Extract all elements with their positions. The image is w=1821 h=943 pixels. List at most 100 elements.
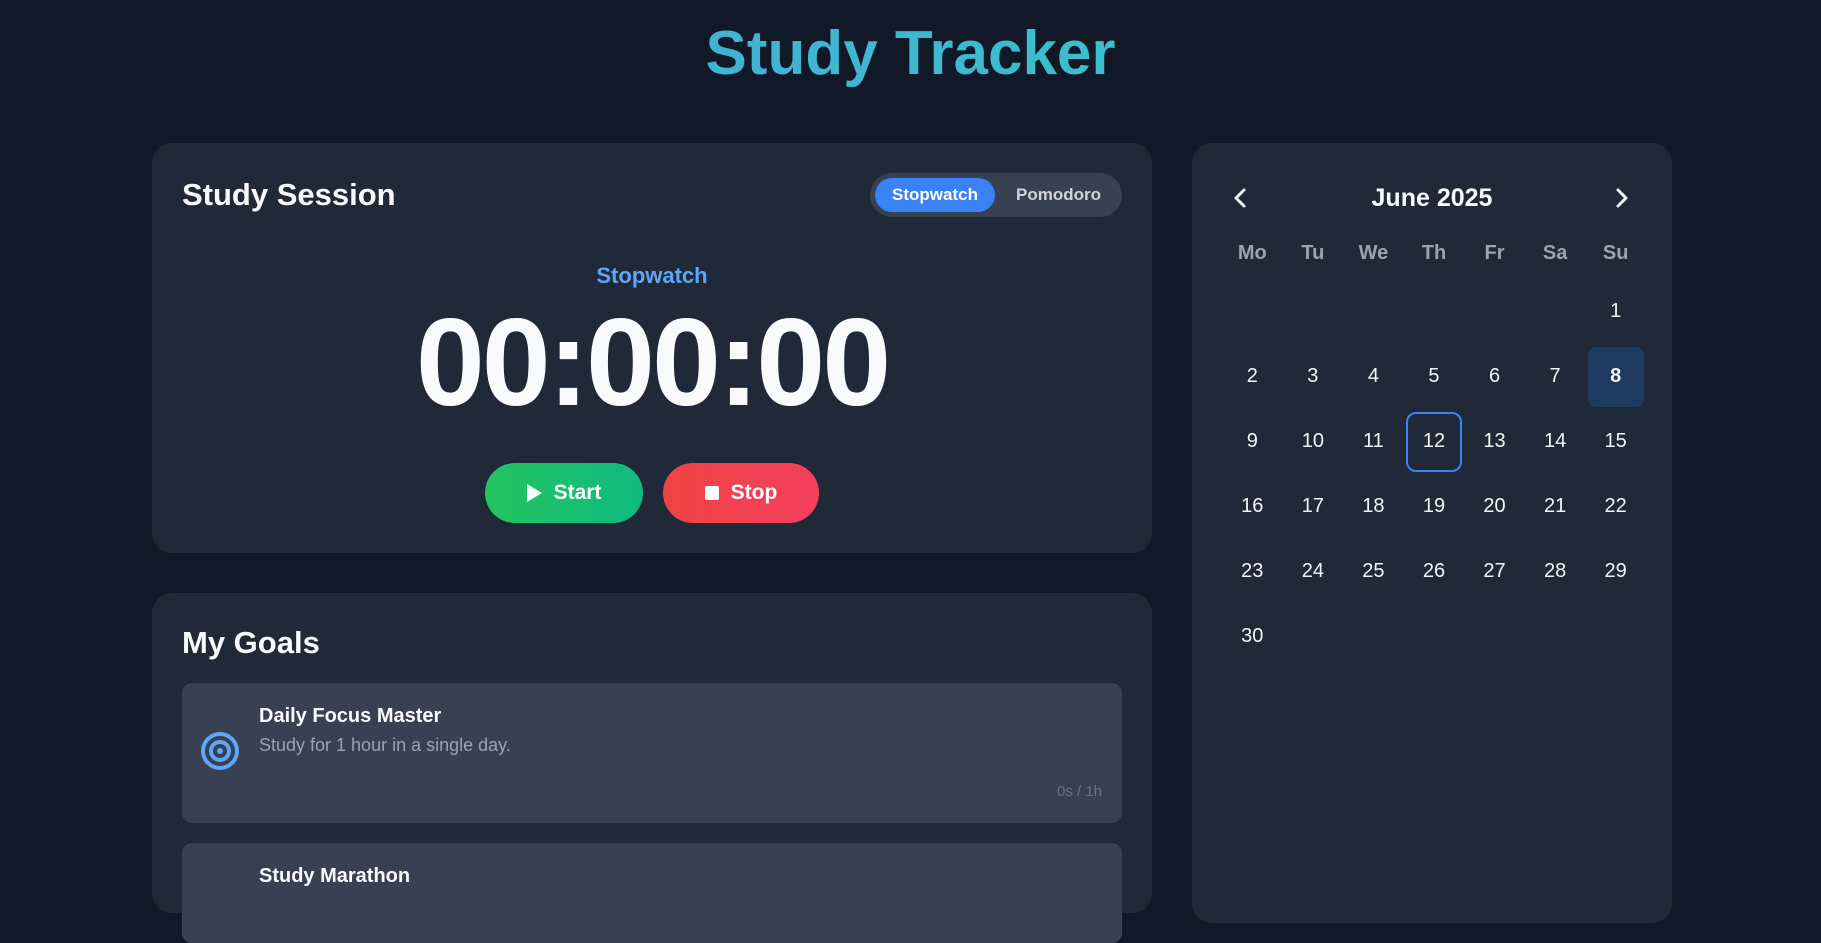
chevron-right-icon[interactable] — [1606, 183, 1636, 213]
calendar-day[interactable]: 14 — [1525, 409, 1586, 474]
calendar-day-number: 8 — [1587, 346, 1644, 407]
calendar-card: June 2025 Mo Tu We Th Fr Sa Su 123456789… — [1192, 143, 1672, 923]
calendar-day[interactable]: 7 — [1525, 344, 1586, 409]
calendar-day[interactable]: 9 — [1222, 409, 1283, 474]
calendar-day-number: 20 — [1483, 495, 1506, 517]
calendar-day-number — [1467, 607, 1523, 667]
calendar-day[interactable]: 30 — [1222, 604, 1283, 669]
calendar-day[interactable]: 23 — [1222, 539, 1283, 604]
goal-item[interactable]: Study Marathon — [182, 843, 1122, 943]
calendar-day[interactable]: 27 — [1464, 539, 1525, 604]
calendar-grid: Mo Tu We Th Fr Sa Su 1 2 3 4 5 6 7 8 9 10 11 12 13 14… — [1222, 233, 1646, 669]
calendar-day-number: 7 — [1549, 365, 1561, 387]
calendar-day-number: 15 — [1604, 430, 1627, 452]
goal-item[interactable]: Daily Focus Master Study for 1 hour in a… — [182, 683, 1122, 823]
calendar-day[interactable]: 15 — [1585, 409, 1646, 474]
weekday-header: Mo — [1237, 242, 1267, 264]
calendar-day[interactable]: 21 — [1525, 474, 1586, 539]
weekday-header-row: Mo Tu We Th Fr Sa Su — [1222, 233, 1646, 273]
timer-mode-label: Stopwatch — [596, 263, 708, 288]
calendar-day-number — [1285, 282, 1341, 342]
calendar-empty-cell — [1222, 279, 1283, 344]
goal-progress: 0s / 1h — [1056, 783, 1102, 800]
calendar-day[interactable]: 13 — [1464, 409, 1525, 474]
calendar-week-row: 9 10 11 12 13 14 15 — [1222, 409, 1646, 474]
calendar-week-row: 1 — [1222, 279, 1646, 344]
calendar-empty-cell — [1283, 604, 1344, 669]
calendar-day[interactable]: 2 — [1222, 344, 1283, 409]
study-session-card: Study Session Stopwatch Pomodoro Stopwat… — [152, 143, 1152, 553]
calendar-day-number: 2 — [1246, 365, 1258, 387]
calendar-day[interactable]: 10 — [1283, 409, 1344, 474]
calendar-day[interactable]: 11 — [1343, 409, 1404, 474]
stop-button[interactable]: Stop — [663, 463, 819, 523]
calendar-day[interactable]: 1 — [1585, 279, 1646, 344]
calendar-empty-cell — [1464, 279, 1525, 344]
calendar-day-number: 3 — [1307, 365, 1319, 387]
calendar-day-number: 10 — [1301, 430, 1324, 452]
calendar-day-number — [1588, 607, 1644, 667]
calendar-day-number: 24 — [1301, 560, 1324, 582]
calendar-day-number — [1467, 282, 1523, 342]
weekday-header: Fr — [1484, 242, 1505, 264]
calendar-day-number: 22 — [1604, 495, 1627, 517]
calendar-empty-cell — [1585, 604, 1646, 669]
calendar-day-number: 23 — [1241, 560, 1264, 582]
calendar-empty-cell — [1404, 604, 1465, 669]
calendar-day-number — [1406, 607, 1462, 667]
calendar-day[interactable]: 12 — [1404, 409, 1465, 474]
calendar-day[interactable]: 28 — [1525, 539, 1586, 604]
calendar-day-number — [1527, 607, 1583, 667]
calendar-day[interactable]: 8 — [1585, 344, 1646, 409]
calendar-day-number — [1285, 607, 1341, 667]
calendar-day-number: 28 — [1543, 560, 1567, 582]
calendar-day[interactable]: 16 — [1222, 474, 1283, 539]
stop-button-label: Stop — [730, 481, 778, 504]
calendar-day-number: 12 — [1405, 411, 1462, 472]
start-button[interactable]: Start — [485, 463, 643, 523]
calendar-day[interactable]: 22 — [1585, 474, 1646, 539]
calendar-day-number: 5 — [1428, 365, 1440, 387]
calendar-day-number: 1 — [1610, 300, 1622, 322]
calendar-week-row: 23 24 25 26 27 28 29 — [1222, 539, 1646, 604]
calendar-empty-cell — [1525, 279, 1586, 344]
calendar-day-number: 29 — [1604, 560, 1627, 582]
stopwatch-mode-button[interactable]: Stopwatch — [875, 178, 995, 212]
calendar-day[interactable]: 4 — [1343, 344, 1404, 409]
calendar-day[interactable]: 19 — [1404, 474, 1465, 539]
calendar-day[interactable]: 29 — [1585, 539, 1646, 604]
pomodoro-mode-button[interactable]: Pomodoro — [1000, 178, 1117, 212]
calendar-day-number: 25 — [1362, 560, 1385, 582]
weekday-header: Su — [1602, 242, 1629, 264]
calendar-week-row: 2 3 4 5 6 7 8 — [1222, 344, 1646, 409]
goals-title: My Goals — [182, 625, 320, 660]
weekday-header: We — [1358, 242, 1389, 264]
calendar-day[interactable]: 5 — [1404, 344, 1465, 409]
calendar-day-number: 16 — [1241, 495, 1264, 517]
calendar-day[interactable]: 20 — [1464, 474, 1525, 539]
calendar-empty-cell — [1464, 604, 1525, 669]
calendar-day-number: 27 — [1483, 560, 1506, 582]
calendar-day[interactable]: 24 — [1283, 539, 1344, 604]
calendar-day[interactable]: 18 — [1343, 474, 1404, 539]
goals-card: My Goals Daily Focus Master Study for 1 … — [152, 593, 1152, 943]
calendar-day-number: 6 — [1488, 365, 1501, 387]
session-title: Study Session — [182, 177, 396, 212]
calendar-week-row: 30 — [1222, 604, 1646, 669]
weekday-header: Sa — [1542, 242, 1568, 264]
calendar-empty-cell — [1404, 279, 1465, 344]
calendar-day-number — [1345, 282, 1401, 342]
calendar-day[interactable]: 17 — [1283, 474, 1344, 539]
calendar-empty-cell — [1343, 604, 1404, 669]
calendar-day[interactable]: 6 — [1464, 344, 1525, 409]
play-icon — [526, 484, 542, 502]
stop-icon — [704, 486, 719, 500]
mode-toggle: Stopwatch Pomodoro — [870, 173, 1122, 217]
calendar-day-number: 17 — [1301, 495, 1324, 517]
calendar-day[interactable]: 25 — [1343, 539, 1404, 604]
calendar-day[interactable]: 26 — [1404, 539, 1465, 604]
calendar-day-number: 11 — [1363, 430, 1384, 452]
calendar-day-number — [1345, 607, 1401, 667]
calendar-day[interactable]: 3 — [1283, 344, 1344, 409]
calendar-weeks: 1 2 3 4 5 6 7 8 9 10 11 12 13 14 15 16 17 18 19 20 21 22 23 24 2… — [1222, 279, 1646, 669]
